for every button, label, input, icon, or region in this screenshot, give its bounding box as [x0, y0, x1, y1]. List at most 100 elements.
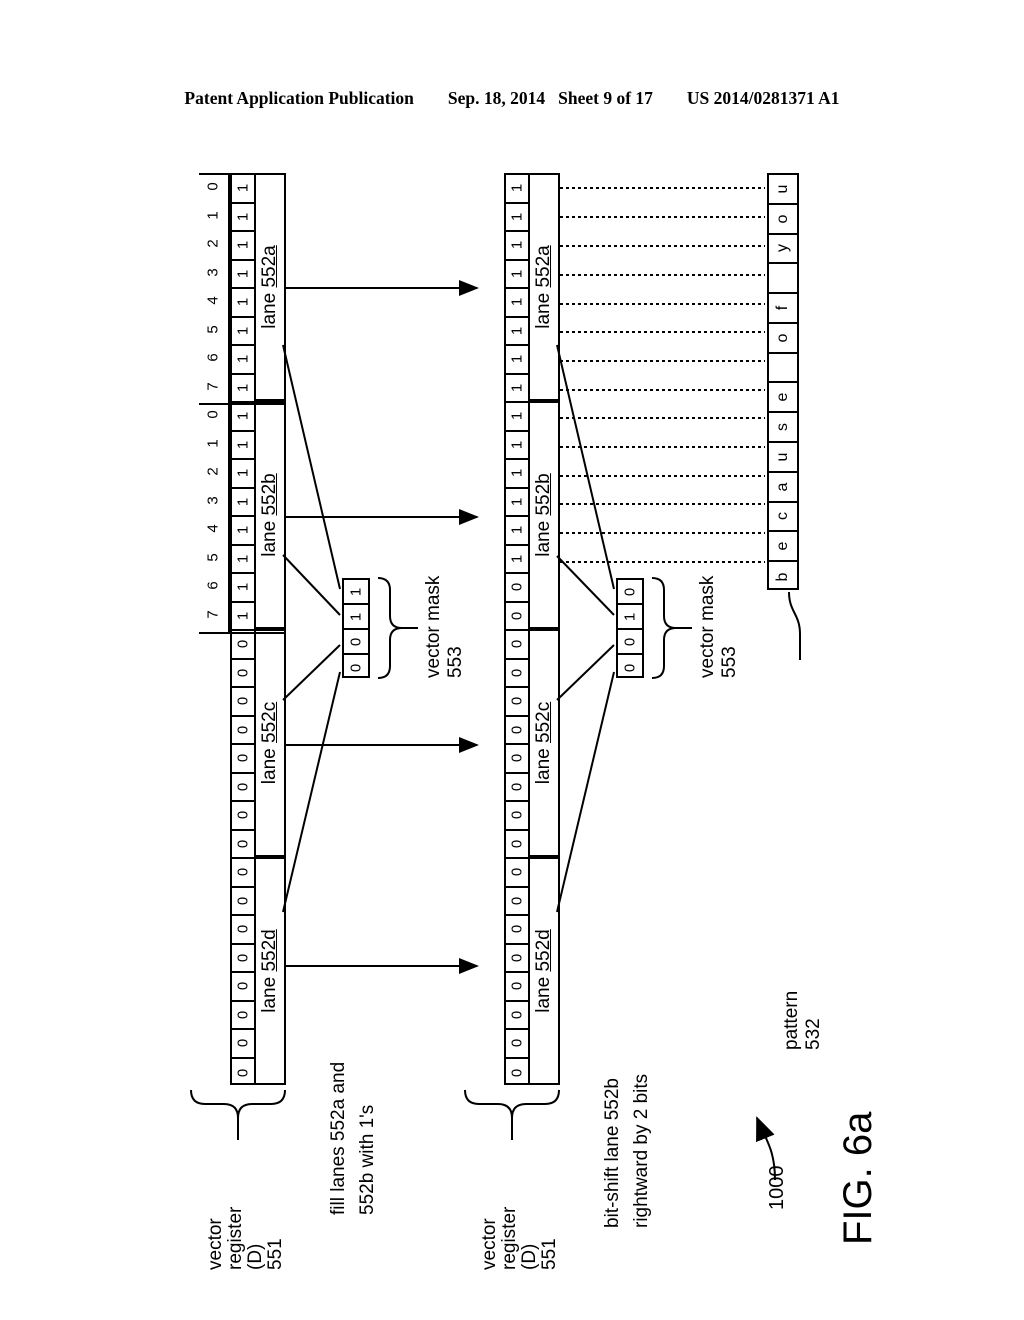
- right-register-brace: [464, 1089, 560, 1140]
- pattern-char: u: [774, 184, 791, 194]
- bit-value: 1: [508, 298, 526, 307]
- bit-value: 0: [508, 868, 526, 877]
- bit-value: 0: [234, 668, 252, 677]
- pattern-cell: u: [769, 175, 797, 205]
- lane-box-552d[interactable]: lane 552d: [256, 857, 286, 1085]
- pattern-cell: [769, 264, 797, 295]
- pattern-cell: e: [769, 383, 797, 414]
- bit-cell: 1: [506, 517, 528, 546]
- bit-value: 0: [508, 697, 526, 706]
- lane-label: lane 552c: [533, 701, 554, 785]
- bit-cell: 0: [506, 859, 528, 888]
- bit-value: 1: [508, 469, 526, 478]
- label-line: pattern: [781, 990, 802, 1050]
- bit-cell: 1: [232, 375, 254, 403]
- lane-box-552c[interactable]: lane 552c: [530, 629, 560, 857]
- bit-value: 1: [508, 212, 526, 221]
- bit-index-label: 1: [204, 210, 222, 220]
- bit-cell: 0: [506, 603, 528, 631]
- lane-label: lane 552a: [259, 245, 280, 329]
- bit-cell: 0: [506, 802, 528, 831]
- bit-value: 1: [234, 241, 252, 250]
- bit-value: 0: [234, 868, 252, 877]
- mask-bit-value: 0: [621, 663, 639, 672]
- lane-box-552a[interactable]: lane 552a: [256, 173, 286, 401]
- bit-cell: 1: [506, 261, 528, 289]
- bit-cell: 0: [506, 1030, 528, 1059]
- bit-cell: 1: [232, 432, 254, 460]
- label-line: 553: [445, 646, 466, 678]
- bit-cell: 0: [232, 745, 254, 774]
- lane-box-552b[interactable]: lane 552b: [256, 401, 286, 629]
- label-line: fill lanes 552a and: [328, 1061, 349, 1215]
- left-mask-brace: [377, 577, 418, 679]
- bit-index-label: 2: [204, 239, 222, 248]
- pattern-cell: a: [769, 473, 797, 503]
- bit-cell: 0: [232, 1030, 254, 1059]
- mask-bit-cell: 0: [344, 630, 368, 655]
- bit-value: 0: [508, 982, 526, 991]
- bit-value: 0: [508, 1010, 526, 1019]
- bit-value: 1: [234, 326, 252, 335]
- bit-value: 0: [508, 953, 526, 962]
- bit-cell: 1: [232, 517, 254, 546]
- left-vector-register-cells[interactable]: 1 1 1 1 1 1 1 1 1 1 1 1 1 1 1 1 0 0 0 0 0 0 0 0 0 0 0 0 0 0 0 0: [230, 173, 256, 1085]
- bit-value: 1: [234, 355, 252, 364]
- header-date: Sep. 18, 2014: [447, 88, 546, 108]
- bit-cell: 0: [232, 688, 254, 717]
- bit-index-label: 5: [204, 324, 222, 334]
- bit-cell: 0: [232, 945, 254, 973]
- bit-value: 1: [234, 212, 252, 221]
- bit-value: 1: [234, 469, 252, 478]
- bit-cell: 1: [506, 546, 528, 574]
- pattern-cell: b: [769, 562, 797, 592]
- bit-index-label: 7: [204, 609, 222, 619]
- bit-value: 1: [234, 554, 252, 563]
- bit-value: 0: [234, 896, 252, 905]
- bit-cell: 1: [506, 346, 528, 375]
- left-vector-mask[interactable]: 1 1 0 0: [342, 578, 370, 678]
- bit-cell: 1: [506, 232, 528, 261]
- pattern-column[interactable]: u o y f o e s u a c e b: [767, 173, 799, 590]
- bit-cell: 0: [506, 1002, 528, 1030]
- bit-value: 0: [508, 1068, 526, 1077]
- label-line: vector: [205, 1218, 226, 1270]
- bit-index-label: 6: [204, 581, 222, 590]
- bit-cell: 0: [232, 717, 254, 745]
- bit-value: 0: [234, 953, 252, 962]
- lane-label: lane 552d: [259, 929, 280, 1013]
- bit-cell: 1: [232, 289, 254, 318]
- bit-index-label: 5: [204, 552, 222, 562]
- bit-value: 0: [508, 782, 526, 791]
- bit-value: 0: [508, 725, 526, 734]
- bit-value: 1: [234, 497, 252, 506]
- right-vector-mask[interactable]: 0 1 0 0: [616, 578, 644, 678]
- header-patent-number: US 2014/0281371 A1: [686, 88, 840, 108]
- bit-value: 1: [234, 412, 252, 421]
- right-vector-register-cells[interactable]: 1 1 1 1 1 1 1 1 1 1 1 1 1 1 0 0 0 0 0 0 0 0 0 0 0 0 0 0 0 0 0 0: [504, 173, 530, 1085]
- mask-bit-cell: 1: [344, 605, 368, 630]
- bit-cell: 1: [232, 346, 254, 375]
- right-mask-brace: [651, 577, 692, 679]
- bit-cell: 0: [232, 774, 254, 802]
- lane-box-552c[interactable]: lane 552c: [256, 629, 286, 857]
- mask-bit-value: 0: [347, 663, 365, 672]
- bit-cell: 0: [506, 973, 528, 1002]
- pattern-cell: y: [769, 235, 797, 265]
- pattern-char: o: [774, 333, 791, 343]
- pattern-char: y: [774, 244, 791, 253]
- bit-cell: 0: [232, 660, 254, 688]
- bit-cell: 0: [232, 1059, 254, 1088]
- bit-index-label: 4: [204, 296, 222, 305]
- bit-value: 1: [508, 269, 526, 278]
- lane-box-552d[interactable]: lane 552d: [530, 857, 560, 1085]
- bit-cell: 1: [232, 403, 254, 432]
- mask-bit-cell: 1: [344, 580, 368, 605]
- lane-box-552a[interactable]: lane 552a: [530, 173, 560, 401]
- mask-bit-value: 1: [621, 612, 639, 621]
- bit-value: 0: [234, 725, 252, 734]
- lane-box-552b[interactable]: lane 552b: [530, 401, 560, 629]
- mask-bit-value: 0: [621, 587, 639, 596]
- bit-cell: 0: [506, 831, 528, 859]
- right-vector-mask-label: vector mask 553: [697, 576, 740, 678]
